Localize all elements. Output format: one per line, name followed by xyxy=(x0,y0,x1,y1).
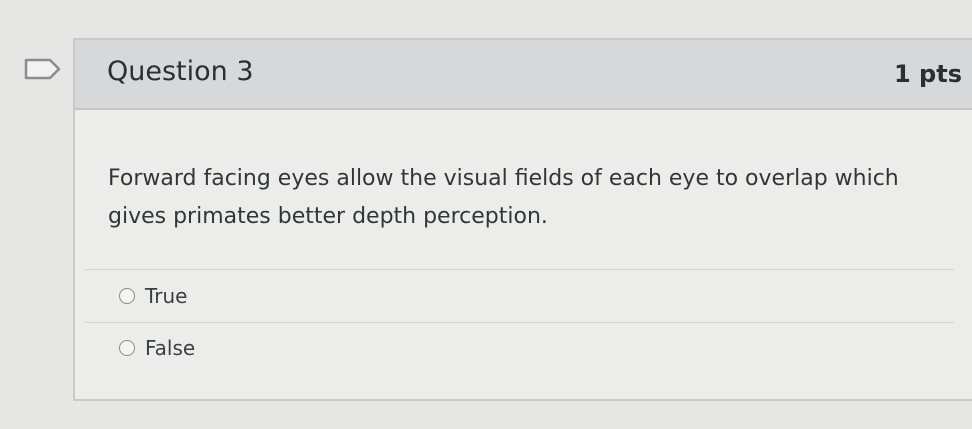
answer-true[interactable]: True xyxy=(119,284,187,308)
answer-label-false[interactable]: False xyxy=(145,336,195,360)
question-points: 1 pts xyxy=(894,60,962,88)
flag-question-icon[interactable] xyxy=(24,58,62,80)
question-header: Question 3 1 pts xyxy=(75,40,972,110)
answers-divider xyxy=(85,269,954,270)
answer-label-true[interactable]: True xyxy=(145,284,187,308)
radio-true[interactable] xyxy=(119,288,135,304)
answer-divider xyxy=(85,322,954,323)
question-title: Question 3 xyxy=(107,56,254,87)
question-card: Question 3 1 pts Forward facing eyes all… xyxy=(73,38,972,401)
answer-false[interactable]: False xyxy=(119,336,195,360)
radio-false[interactable] xyxy=(119,340,135,356)
question-text: Forward facing eyes allow the visual fie… xyxy=(108,166,899,229)
